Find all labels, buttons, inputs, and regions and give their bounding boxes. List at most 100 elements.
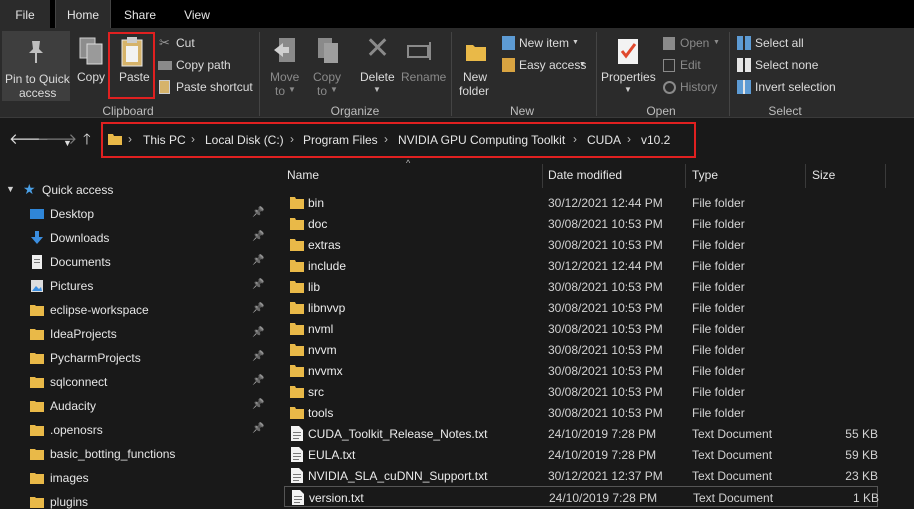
pin-icon[interactable]: 📌 xyxy=(252,351,264,362)
nav-item-audacity[interactable]: Audacity 📌 xyxy=(0,394,268,418)
properties-button[interactable]: Properties ▼ xyxy=(600,34,656,100)
nav-item-label: .openosrs xyxy=(50,423,103,437)
easy-access-button[interactable]: Easy access ▼ xyxy=(500,56,592,76)
breadcrumb-v10-2[interactable]: v10.2 xyxy=(641,133,670,147)
pin-icon[interactable]: 📌 xyxy=(252,303,264,314)
pin-icon[interactable]: 📌 xyxy=(252,399,264,410)
text-file-icon xyxy=(291,426,303,441)
date-modified: 30/12/2021 12:37 PM xyxy=(548,469,663,483)
select-none-icon xyxy=(737,58,751,72)
column-header-type[interactable]: Type xyxy=(692,164,718,188)
list-item[interactable]: libnvvp 30/08/2021 10:53 PM File folder xyxy=(280,297,880,318)
new-folder-button[interactable]: New folder xyxy=(456,34,496,100)
history-button[interactable]: History xyxy=(661,78,731,98)
nav-item-plugins[interactable]: plugins xyxy=(0,490,268,509)
list-item[interactable]: nvvmx 30/08/2021 10:53 PM File folder xyxy=(280,360,880,381)
pin-icon[interactable]: 📌 xyxy=(252,279,264,290)
text-file-icon xyxy=(292,490,304,505)
edit-icon xyxy=(663,59,675,72)
pin-icon[interactable]: 📌 xyxy=(252,327,264,338)
move-to-icon xyxy=(274,38,295,62)
tab-file[interactable]: File xyxy=(0,0,50,28)
up-arrow-icon[interactable]: 🡑 xyxy=(83,132,91,148)
list-item[interactable]: tools 30/08/2021 10:53 PM File folder xyxy=(280,402,880,423)
breadcrumb-cuda[interactable]: CUDA xyxy=(587,133,621,147)
pin-icon[interactable]: 📌 xyxy=(252,231,264,242)
column-header-date[interactable]: Date modified xyxy=(548,164,622,188)
breadcrumb-separator-icon: › xyxy=(627,132,631,146)
list-item[interactable]: nvvm 30/08/2021 10:53 PM File folder xyxy=(280,339,880,360)
list-item[interactable]: EULA.txt 24/10/2019 7:28 PM Text Document 5… xyxy=(280,444,880,465)
breadcrumb-local-disk[interactable]: Local Disk (C:) xyxy=(205,133,284,147)
pin-to-quick-access-button[interactable]: Pin to Quick access xyxy=(2,31,70,101)
nav-item-openosrs[interactable]: .openosrs 📌 xyxy=(0,418,268,442)
desktop-icon xyxy=(30,209,44,219)
breadcrumb-nvidia-toolkit[interactable]: NVIDIA GPU Computing Toolkit xyxy=(398,133,565,147)
tab-share[interactable]: Share xyxy=(115,0,165,28)
new-folder-label-1: New xyxy=(463,70,488,84)
list-item[interactable]: version.txt 24/10/2019 7:28 PM Text Docume… xyxy=(284,486,879,507)
recent-locations-chevron-icon[interactable]: ▼ xyxy=(63,135,72,151)
file-name: bin xyxy=(308,196,325,210)
column-header-size[interactable]: Size xyxy=(812,164,835,188)
column-divider xyxy=(685,164,686,188)
invert-selection-button[interactable]: Invert selection xyxy=(735,78,845,98)
nav-item-images[interactable]: images xyxy=(0,466,268,490)
list-item[interactable]: src 30/08/2021 10:53 PM File folder xyxy=(280,381,880,402)
select-all-button[interactable]: Select all xyxy=(735,34,835,54)
folder-icon xyxy=(290,302,304,314)
nav-item-pycharmprojects[interactable]: PycharmProjects 📌 xyxy=(0,346,268,370)
pin-icon[interactable]: 📌 xyxy=(252,255,264,266)
nav-item-label: plugins xyxy=(50,495,89,509)
paste-highlight xyxy=(108,32,155,99)
nav-item-sqlconnect[interactable]: sqlconnect 📌 xyxy=(0,370,268,394)
nav-item-ideaprojects[interactable]: IdeaProjects 📌 xyxy=(0,322,268,346)
folder-icon xyxy=(290,323,304,335)
cut-button[interactable]: ✂ Cut xyxy=(157,34,247,54)
tab-home[interactable]: Home xyxy=(55,0,111,28)
pin-icon[interactable]: 📌 xyxy=(252,207,264,218)
file-type: File folder xyxy=(692,385,745,399)
rename-icon xyxy=(407,42,431,60)
file-name: CUDA_Toolkit_Release_Notes.txt xyxy=(308,427,488,441)
list-item[interactable]: nvml 30/08/2021 10:53 PM File folder xyxy=(280,318,880,339)
copy-button[interactable]: Copy xyxy=(74,32,106,98)
nav-item-eclipse-workspace[interactable]: eclipse-workspace 📌 xyxy=(0,298,268,322)
delete-button[interactable]: ✕ Delete ▼ xyxy=(357,32,397,98)
new-item-button[interactable]: New item ▼ xyxy=(500,34,592,54)
breadcrumb-this-pc[interactable]: This PC xyxy=(143,133,186,147)
file-name: doc xyxy=(308,217,328,231)
copy-to-button[interactable]: Copy to ▼ xyxy=(308,34,346,98)
list-item[interactable]: extras 30/08/2021 10:53 PM File folder xyxy=(280,234,880,255)
nav-item-pictures[interactable]: Pictures 📌 xyxy=(0,274,268,298)
open-button[interactable]: Open ▼ xyxy=(661,34,731,54)
column-header-name[interactable]: Name xyxy=(287,164,319,188)
list-item[interactable]: include 30/12/2021 12:44 PM File folder xyxy=(280,255,880,276)
copy-path-button[interactable]: Copy path xyxy=(157,56,247,76)
move-to-label-2: to xyxy=(275,84,286,98)
rename-button[interactable]: Rename xyxy=(399,34,446,98)
move-to-button[interactable]: Move to ▼ xyxy=(266,34,304,98)
nav-quick-access[interactable]: ▼ ★ Quick access xyxy=(0,178,268,202)
nav-item-basic-botting-functions[interactable]: basic_botting_functions xyxy=(0,442,268,466)
nav-item-documents[interactable]: Documents 📌 xyxy=(0,250,268,274)
list-item[interactable]: doc 30/08/2021 10:53 PM File folder xyxy=(280,213,880,234)
list-item[interactable]: lib 30/08/2021 10:53 PM File folder xyxy=(280,276,880,297)
tab-view[interactable]: View xyxy=(172,0,222,28)
copy-to-label-1: Copy xyxy=(313,70,342,84)
select-none-button[interactable]: Select none xyxy=(735,56,835,76)
list-item[interactable]: bin 30/12/2021 12:44 PM File folder xyxy=(280,192,880,213)
list-item[interactable]: NVIDIA_SLA_cuDNN_Support.txt 30/12/2021 1… xyxy=(280,465,880,486)
edit-button[interactable]: Edit xyxy=(661,56,721,76)
pin-icon[interactable]: 📌 xyxy=(252,375,264,386)
pin-icon[interactable]: 📌 xyxy=(252,423,264,434)
paste-shortcut-button[interactable]: Paste shortcut xyxy=(157,78,255,98)
ribbon: Pin to Quick access Copy Paste ✂ Cut Cop… xyxy=(0,28,914,118)
list-item[interactable]: CUDA_Toolkit_Release_Notes.txt 24/10/2019… xyxy=(280,423,880,444)
nav-item-desktop[interactable]: Desktop 📌 xyxy=(0,202,268,226)
breadcrumb-program-files[interactable]: Program Files xyxy=(303,133,378,147)
nav-item-downloads[interactable]: Downloads 📌 xyxy=(0,226,268,250)
chevron-down-icon: ▼ xyxy=(6,184,15,194)
folder-icon xyxy=(30,377,44,388)
nav-item-label: Documents xyxy=(50,255,111,269)
